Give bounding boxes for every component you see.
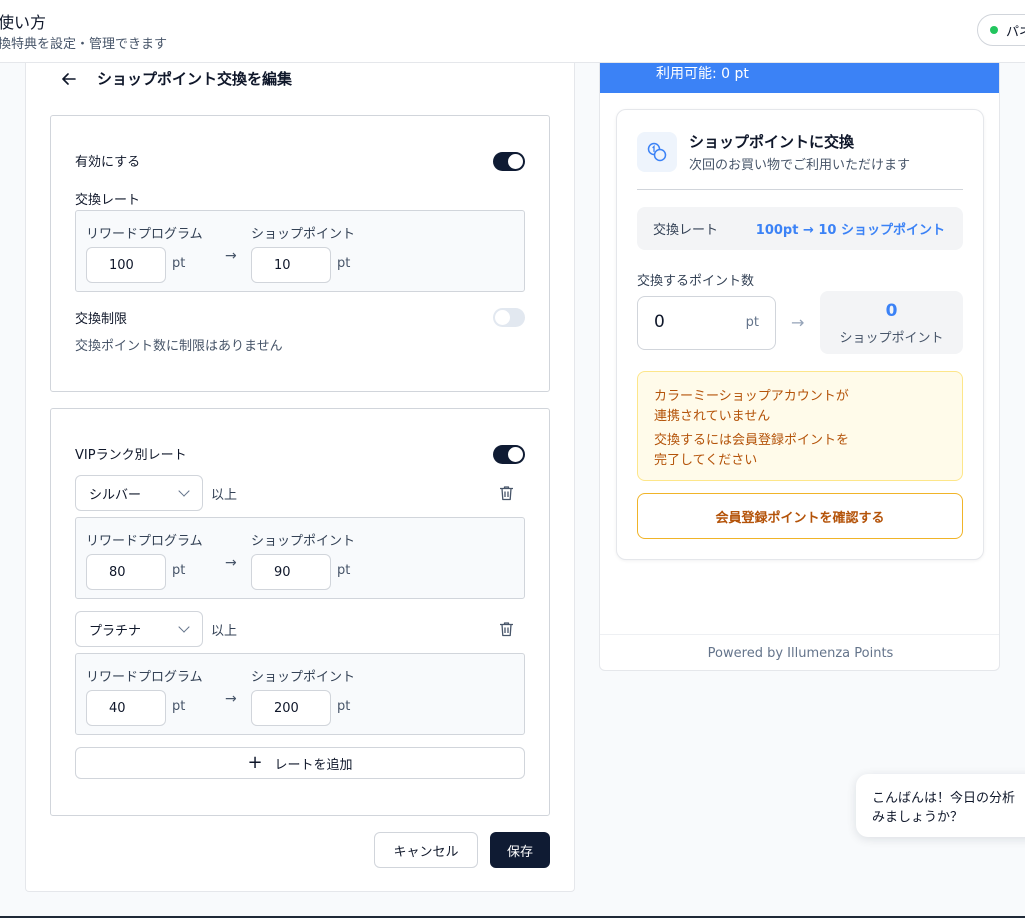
chevron-down-icon xyxy=(178,621,190,633)
from-input[interactable]: 100 xyxy=(86,247,166,283)
rank-suffix: 以上 xyxy=(211,488,238,503)
to-unit: pt xyxy=(337,699,351,714)
top-header: 使い方 換特典を設定・管理できます パネ xyxy=(0,0,1025,63)
warning-line: 交換するには会員登録ポイントを xyxy=(654,433,850,448)
limit-description: 交換ポイント数に制限はありません xyxy=(75,339,283,354)
powered-by: Powered by Illumenza Points xyxy=(600,634,999,670)
trash-icon[interactable] xyxy=(499,485,514,505)
to-unit: pt xyxy=(337,563,351,578)
to-input[interactable]: 90 xyxy=(251,554,331,590)
to-unit: pt xyxy=(337,256,351,271)
status-pill[interactable]: パネ xyxy=(977,14,1025,46)
enable-label: 有効にする xyxy=(75,155,141,170)
coins-icon xyxy=(637,132,677,172)
quantity-input[interactable]: 0 pt xyxy=(637,296,776,350)
result-label: ショップポイント xyxy=(839,331,944,346)
exchange-rate-row: 交換レート 100pt → 10 ショップポイント xyxy=(637,207,963,250)
right-arrow-icon: → xyxy=(225,691,237,707)
from-label: リワードプログラム xyxy=(86,227,203,242)
plus-icon: + xyxy=(247,752,263,773)
rank-select-value: シルバー xyxy=(89,487,142,503)
quantity-label: 交換するポイント数 xyxy=(637,274,755,289)
confirm-registration-button[interactable]: 会員登録ポイントを確認する xyxy=(637,493,963,539)
platinum-rate-box: リワードプログラム ショップポイント 40 pt → 200 pt xyxy=(75,653,525,735)
exchange-card-subtitle: 次回のお買い物でご利用いただけます xyxy=(689,158,911,173)
limit-toggle[interactable] xyxy=(493,308,525,327)
from-input[interactable]: 80 xyxy=(86,554,166,590)
from-unit: pt xyxy=(172,563,186,578)
rank-select-value: プラチナ xyxy=(89,623,142,639)
exchange-rate-value: 100pt → 10 ショップポイント xyxy=(755,223,945,238)
warning-line: 連携されていません xyxy=(654,409,771,424)
to-label: ショップポイント xyxy=(251,670,356,685)
preview-banner: 利用可能: 0 pt xyxy=(600,63,999,93)
from-unit: pt xyxy=(172,699,186,714)
to-label: ショップポイント xyxy=(251,227,356,242)
quantity-value: 0 xyxy=(654,312,665,332)
warning-box: カラーミーショップアカウントが 連携されていません 交換するには会員登録ポイント… xyxy=(637,371,963,481)
from-label: リワードプログラム xyxy=(86,534,203,549)
from-input[interactable]: 40 xyxy=(86,690,166,726)
from-label: リワードプログラム xyxy=(86,670,203,685)
back-arrow-icon[interactable] xyxy=(60,68,78,90)
status-dot-icon xyxy=(990,26,998,34)
to-label: ショップポイント xyxy=(251,534,356,549)
trash-icon[interactable] xyxy=(499,621,514,641)
page-subtitle: 換特典を設定・管理できます xyxy=(0,37,168,52)
save-button[interactable]: 保存 xyxy=(490,832,550,868)
rank-select-silver[interactable]: シルバー xyxy=(75,475,203,511)
chat-line: こんばんは！今日の分析 xyxy=(872,791,1016,806)
to-input[interactable]: 10 xyxy=(251,247,331,283)
right-arrow-icon: → xyxy=(225,248,237,264)
chevron-down-icon xyxy=(178,485,190,497)
add-rate-button[interactable]: + レートを追加 xyxy=(75,747,525,779)
editor-title: ショップポイント交換を編集 xyxy=(97,70,293,88)
rank-select-platinum[interactable]: プラチナ xyxy=(75,611,203,647)
status-label: パネ xyxy=(1006,24,1025,40)
warning-line: 完了してください xyxy=(654,453,758,468)
vip-toggle[interactable] xyxy=(493,445,525,464)
from-unit: pt xyxy=(172,256,186,271)
silver-rate-box: リワードプログラム ショップポイント 80 pt → 90 pt xyxy=(75,517,525,599)
rank-suffix: 以上 xyxy=(211,624,238,639)
page-title: 使い方 xyxy=(0,13,47,32)
right-arrow-icon: → xyxy=(225,555,237,571)
rate-label: 交換レート xyxy=(75,193,141,208)
warning-line: カラーミーショップアカウントが xyxy=(654,389,849,404)
right-arrow-icon: → xyxy=(791,313,805,332)
available-points: 利用可能: 0 pt xyxy=(656,66,749,82)
limit-label: 交換制限 xyxy=(75,312,128,327)
exchange-rate-key: 交換レート xyxy=(653,223,719,238)
result-box: 0 ショップポイント xyxy=(820,291,963,354)
enable-toggle[interactable] xyxy=(493,152,525,171)
to-input[interactable]: 200 xyxy=(251,690,331,726)
result-value: 0 xyxy=(885,301,898,321)
quantity-unit: pt xyxy=(745,315,759,330)
chat-line: みましょうか？ xyxy=(872,810,964,825)
add-rate-label: レートを追加 xyxy=(274,757,353,773)
vip-label: VIPランク別レート xyxy=(75,448,187,463)
chat-bubble[interactable]: こんばんは！今日の分析 みましょうか？ xyxy=(856,774,1025,837)
exchange-card-title: ショップポイントに交換 xyxy=(689,133,855,151)
base-rate-box: リワードプログラム ショップポイント 100 pt → 10 pt xyxy=(75,210,525,292)
cancel-button[interactable]: キャンセル xyxy=(374,832,478,868)
divider xyxy=(637,189,963,190)
